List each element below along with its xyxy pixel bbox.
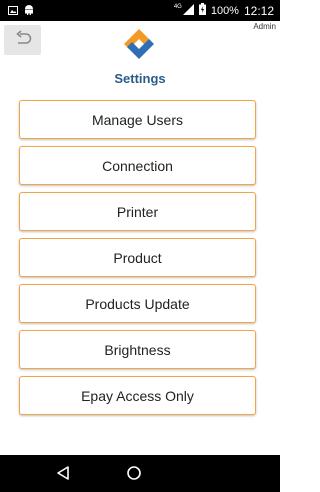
gallery-notification-icon <box>8 2 18 20</box>
clock: 12:12 <box>243 3 274 18</box>
connection-button[interactable]: Connection <box>19 146 256 185</box>
circle-home-icon[interactable] <box>126 465 142 486</box>
brightness-button[interactable]: Brightness <box>19 330 256 369</box>
printer-button[interactable]: Printer <box>19 192 256 231</box>
status-bar: 4G 100% 12:12 <box>0 0 280 21</box>
back-arrow-icon <box>13 29 33 51</box>
triangle-back-icon[interactable] <box>56 465 70 486</box>
navigation-bar <box>0 455 280 492</box>
battery-icon <box>198 3 206 18</box>
page-title: Settings <box>114 71 166 86</box>
manage-users-button[interactable]: Manage Users <box>19 100 256 139</box>
back-button[interactable] <box>4 25 41 55</box>
screen: 4G 100% 12:12 Admin Settings Manage User… <box>0 0 280 492</box>
network-type: 4G <box>173 3 182 10</box>
signal-icon <box>182 3 194 18</box>
product-button[interactable]: Product <box>19 238 256 277</box>
user-label: Admin <box>253 22 276 31</box>
products-update-button[interactable]: Products Update <box>19 284 256 323</box>
epay-access-only-button[interactable]: Epay Access Only <box>19 376 256 415</box>
app-logo <box>117 26 161 62</box>
battery-percent: 100% <box>210 4 239 17</box>
android-notification-icon <box>24 2 34 20</box>
